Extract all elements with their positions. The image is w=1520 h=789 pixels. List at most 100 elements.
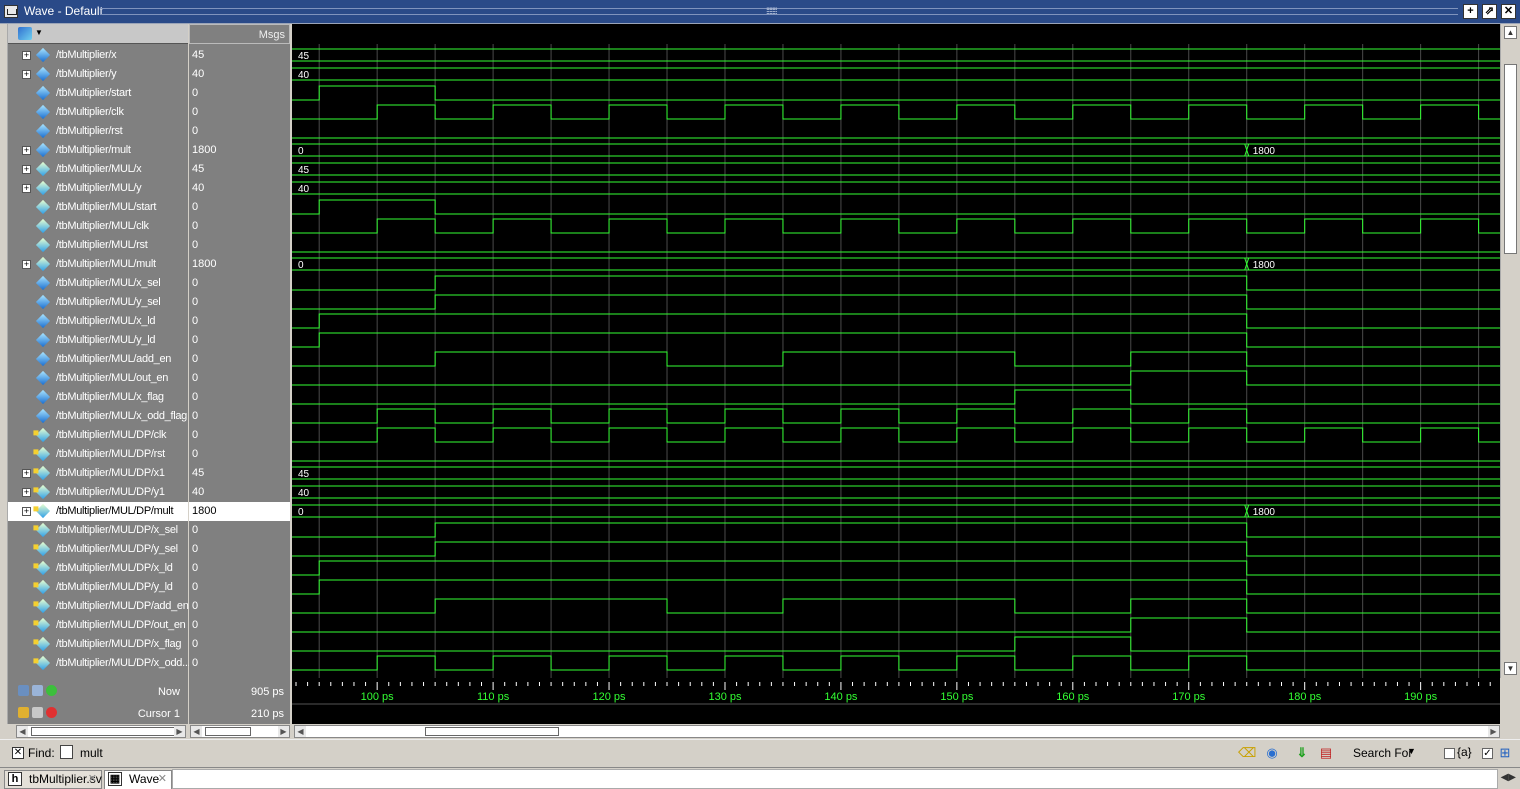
signal-row[interactable]: /tbMultiplier/MUL/DP/x_flag	[8, 635, 188, 654]
signal-row[interactable]: /tbMultiplier/MUL/DP/add_en	[8, 597, 189, 616]
signal-row[interactable]: /tbMultiplier/MUL/DP/rst	[8, 445, 188, 464]
signal-row[interactable]: /tbMultiplier/start	[8, 84, 188, 103]
signal-row[interactable]: /tbMultiplier/MUL/rst	[8, 236, 188, 255]
find-down-icon[interactable]: ⇓	[1294, 745, 1310, 761]
signal-row[interactable]: /tbMultiplier/MUL/x_sel	[8, 274, 188, 293]
signal-value-row[interactable]: 0	[189, 198, 290, 217]
signal-value-row[interactable]: 40	[189, 179, 290, 198]
lock-icon[interactable]	[18, 706, 29, 718]
value-pane-hscroll-thumb[interactable]	[205, 727, 251, 736]
find-options-icon[interactable]: ▤	[1318, 745, 1334, 761]
expand-icon[interactable]: +	[22, 469, 31, 478]
expand-icon[interactable]: +	[22, 165, 31, 174]
signal-row[interactable]: /tbMultiplier/clk	[8, 103, 188, 122]
signal-value-row[interactable]: 0	[189, 293, 290, 312]
signal-row[interactable]: /tbMultiplier/MUL/DP/x_ld	[8, 559, 188, 578]
expand-icon[interactable]: +	[22, 146, 31, 155]
signal-row[interactable]: + /tbMultiplier/MUL/mult	[8, 255, 188, 274]
signal-row[interactable]: /tbMultiplier/MUL/DP/x_sel	[8, 521, 188, 540]
signal-row[interactable]: + /tbMultiplier/mult	[8, 141, 188, 160]
signal-row[interactable]: /tbMultiplier/MUL/start	[8, 198, 188, 217]
signal-value-row[interactable]: 0	[189, 274, 290, 293]
signal-value-row[interactable]: 0	[189, 654, 290, 673]
scroll-left-icon[interactable]: ◀	[191, 726, 202, 737]
signal-value-row[interactable]: 0	[189, 597, 290, 616]
waveform-pane[interactable]: 45 40 0 1800 45 40 0 1800 45 40 0 1800	[292, 24, 1500, 678]
name-pane-hscroll-thumb[interactable]	[31, 727, 181, 736]
signal-row[interactable]: /tbMultiplier/MUL/DP/y_sel	[8, 540, 188, 559]
signal-row[interactable]: /tbMultiplier/MUL/x_ld	[8, 312, 188, 331]
signal-value-row[interactable]: 0	[189, 369, 290, 388]
scroll-left-icon[interactable]: ◀	[17, 726, 28, 737]
signal-row[interactable]: /tbMultiplier/MUL/DP/x_odd...	[8, 654, 191, 673]
signal-row[interactable]: + /tbMultiplier/MUL/DP/x1	[8, 464, 188, 483]
signal-row[interactable]: /tbMultiplier/MUL/x_odd_flag	[8, 407, 188, 426]
close-find-icon[interactable]: ✕	[12, 747, 24, 759]
eraser-icon[interactable]: ⌫	[1238, 745, 1256, 761]
signal-value-row[interactable]: 0	[189, 635, 290, 654]
time-ruler[interactable]: 100 ps 110 ps 120 ps 130 ps 140 ps 150 ps 160 …	[292, 678, 1500, 724]
signal-value-row[interactable]: 40	[189, 65, 290, 84]
signal-value-row[interactable]: 0	[189, 103, 290, 122]
signal-value-row[interactable]: 45	[189, 46, 290, 65]
signal-row[interactable]: /tbMultiplier/MUL/y_sel	[8, 293, 188, 312]
signal-row[interactable]: /tbMultiplier/MUL/add_en	[8, 350, 188, 369]
find-input[interactable]: mult	[80, 746, 103, 760]
signal-value-row[interactable]: 0	[189, 350, 290, 369]
signal-row[interactable]: + /tbMultiplier/MUL/DP/y1	[8, 483, 188, 502]
add-cursor-icon[interactable]	[46, 684, 57, 696]
grip-handle-icon[interactable]: ⁞⁞⁞⁞⁞⁞⁞	[766, 6, 788, 16]
scroll-right-icon[interactable]: ▶	[278, 726, 289, 737]
signal-value-row[interactable]: 40	[189, 483, 290, 502]
wave-nav-icon[interactable]	[18, 27, 32, 40]
waveform-canvas[interactable]: 45 40 0 1800 45 40 0 1800 45 40 0 1800	[292, 24, 1500, 678]
signal-value-row[interactable]: 0	[189, 217, 290, 236]
chevron-down-icon[interactable]: ▼	[1407, 746, 1416, 756]
signal-row[interactable]: /tbMultiplier/MUL/y_ld	[8, 331, 188, 350]
search-options-icon[interactable]: ⊞	[1497, 745, 1513, 761]
signal-row[interactable]: + /tbMultiplier/MUL/y	[8, 179, 188, 198]
expand-icon[interactable]: +	[22, 488, 31, 497]
scroll-right-icon[interactable]: ▶	[174, 726, 185, 737]
close-tab-icon[interactable]: ✕	[158, 771, 167, 788]
signal-value-row[interactable]: 1800	[189, 502, 290, 521]
close-tab-icon[interactable]: ✕	[88, 771, 97, 788]
scroll-left-icon[interactable]: ◀	[295, 726, 306, 737]
tab-scroll-arrows-icon[interactable]: ◀▶	[1501, 772, 1516, 783]
signal-value-row[interactable]: 0	[189, 559, 290, 578]
chevron-down-icon[interactable]: ▼	[35, 28, 43, 37]
signal-value-row[interactable]: 0	[189, 445, 290, 464]
scroll-up-icon[interactable]: ▲	[1504, 26, 1517, 39]
tab-tbmultiplier-sv[interactable]: h tbMultiplier.sv ✕	[4, 770, 102, 789]
wrench-icon[interactable]	[32, 706, 43, 718]
signal-value-row[interactable]: 1800	[189, 255, 290, 274]
signal-value-row[interactable]: 0	[189, 236, 290, 255]
signal-value-row[interactable]: 0	[189, 521, 290, 540]
signal-row[interactable]: + /tbMultiplier/y	[8, 65, 188, 84]
signal-row[interactable]: /tbMultiplier/MUL/DP/clk	[8, 426, 188, 445]
signal-row[interactable]: /tbMultiplier/MUL/out_en	[8, 369, 188, 388]
signal-row[interactable]: /tbMultiplier/rst	[8, 122, 188, 141]
match-checkbox[interactable]: ✓	[1482, 748, 1493, 759]
signal-value-row[interactable]: 45	[189, 160, 290, 179]
cursor-edit-icon[interactable]	[32, 684, 43, 696]
expand-icon[interactable]: +	[22, 70, 31, 79]
zoom-in-window-button[interactable]: +	[1463, 4, 1478, 19]
find-next-icon[interactable]: ◉	[1264, 745, 1280, 761]
signal-value-row[interactable]: 0	[189, 84, 290, 103]
signal-row[interactable]: + /tbMultiplier/MUL/x	[8, 160, 188, 179]
vertical-scroll-thumb[interactable]	[1504, 64, 1517, 254]
signal-value-row[interactable]: 0	[189, 388, 290, 407]
expand-icon[interactable]: +	[22, 184, 31, 193]
scroll-right-icon[interactable]: ▶	[1488, 726, 1499, 737]
scroll-down-icon[interactable]: ▼	[1504, 662, 1517, 675]
signal-row[interactable]: /tbMultiplier/MUL/DP/out_en	[8, 616, 188, 635]
wave-pane-hscroll-thumb[interactable]	[425, 727, 559, 736]
tab-wave[interactable]: ▦ Wave ✕	[104, 770, 172, 789]
expand-icon[interactable]: +	[22, 51, 31, 60]
signal-value-row[interactable]: 0	[189, 540, 290, 559]
signal-row[interactable]: + /tbMultiplier/MUL/DP/mult	[8, 502, 188, 521]
expand-icon[interactable]: +	[22, 507, 31, 516]
signal-value-row[interactable]: 0	[189, 407, 290, 426]
signal-value-row[interactable]: 1800	[189, 141, 290, 160]
